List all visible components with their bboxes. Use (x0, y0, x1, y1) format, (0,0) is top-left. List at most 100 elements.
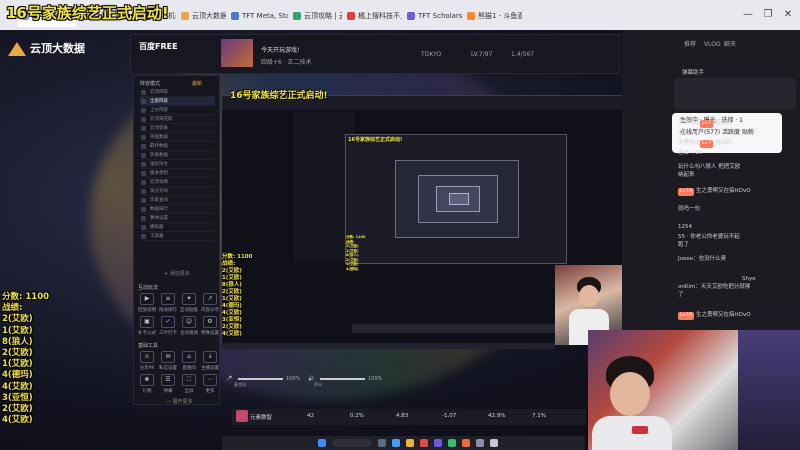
chat-tab[interactable]: 聊天 (724, 38, 736, 52)
search-icon[interactable] (332, 439, 372, 447)
sidebar-item[interactable]: 云顶海克斯 (140, 115, 215, 124)
sidebar-item[interactable]: 版本更新 (140, 169, 215, 178)
server-label: TOKYO (421, 51, 442, 58)
table-cell: 0.2% (350, 413, 364, 419)
tab-label: 橘上搜科技不上班 - (358, 12, 402, 20)
app-icon[interactable] (476, 439, 484, 447)
basic-section-title: 基础工具 (138, 343, 159, 349)
tab-label: 云顶攻略 | 云顶之弈... (304, 12, 342, 20)
nested-score-overlay-small: 分数: 1100 战绩: 2(艾欧) 1(艾欧) 8(狼人) 2(艾欧) 1(艾… (346, 235, 365, 271)
sidebar-item[interactable]: 上分阵容 (140, 106, 215, 115)
mic-slider[interactable] (238, 378, 283, 380)
folder-icon[interactable] (406, 439, 414, 447)
filter-value[interactable]: 最新 (192, 80, 202, 87)
record-item: 4(艾欧) (222, 310, 242, 316)
add-more-link[interactable]: + 添加更多 (164, 270, 190, 277)
chat-message: Joeee：也没什么奥 (678, 256, 727, 262)
sidebar-item[interactable]: 装备数据 (140, 151, 215, 160)
taskview-icon[interactable] (378, 439, 386, 447)
speaker-slider[interactable] (320, 378, 365, 380)
download-icon[interactable]: ↓ (203, 351, 217, 363)
table-cell: 7.1% (532, 413, 546, 419)
app-icon[interactable] (448, 439, 456, 447)
maximize-icon[interactable]: ❐ (758, 0, 778, 30)
replay-icon[interactable]: ▶ (140, 293, 154, 305)
sticker-icon[interactable]: ✦ (182, 293, 196, 305)
nested-taskbar (221, 343, 555, 349)
more-icon[interactable]: ⋯ (203, 374, 217, 386)
app-logo: 云顶大数据 (8, 40, 85, 58)
share-icon[interactable]: ↗ (203, 293, 217, 305)
invite-icon[interactable]: ☺ (182, 316, 196, 328)
start-icon[interactable] (318, 439, 326, 447)
minimize-icon[interactable]: — (738, 0, 758, 30)
message-icon[interactable]: ✉ (161, 351, 175, 363)
sidebar-item[interactable]: 英雄数据 (140, 133, 215, 142)
chat-message: 天黑啦请 Lv.7 加油鸭 (678, 140, 732, 148)
logo-text: 云顶大数据 (30, 42, 85, 55)
volume-controls: 🎤 麦克风 100% 🔊 声卡 100% (226, 375, 406, 387)
sidebar-item[interactable]: 工具箱 (140, 232, 215, 241)
chat-tabs: 推荐 VLOG 聊天 (622, 38, 800, 52)
chat-message: 玩什么勾八狼人 把把艾欧 (678, 164, 741, 170)
record-item: 4(艾欧) (222, 331, 242, 337)
record-item: 2(艾欧) (222, 324, 242, 330)
rank-icon[interactable]: ≡ (161, 293, 175, 305)
app-icon[interactable] (490, 439, 498, 447)
sidebar-item[interactable]: 羁绊数据 (140, 142, 215, 151)
nav-brand[interactable]: 百度FREE (139, 41, 178, 52)
mic-icon[interactable]: 🎤 (226, 376, 232, 382)
danmaku-icon[interactable]: ☰ (161, 374, 175, 386)
record-item: 2(艾欧) (2, 314, 33, 325)
record-item: 1(艾欧) (2, 359, 33, 370)
fullscreen-icon[interactable]: ⛶ (182, 374, 196, 386)
app-icon[interactable] (420, 439, 428, 447)
sidebar-item[interactable]: 模拟器 (140, 223, 215, 232)
browser-tab-9[interactable]: 熊猫1 - 斗鱼直播 - (464, 5, 522, 27)
close-icon[interactable]: ✕ (778, 0, 798, 30)
edge-icon[interactable] (392, 439, 400, 447)
chat-tab[interactable]: VLOG (704, 38, 721, 52)
settings-icon[interactable]: ⚙ (203, 316, 217, 328)
chat-banner (674, 78, 796, 110)
record-item: 3(亚恒) (222, 317, 242, 323)
checkin-icon[interactable]: ✓ (161, 316, 175, 328)
app-icon[interactable] (434, 439, 442, 447)
browser-tab-8[interactable]: TFT Scholars | TFT... (404, 5, 462, 27)
sidebar-item[interactable]: 数据排行 (140, 205, 215, 214)
card-icon[interactable]: ▣ (140, 316, 154, 328)
record-item: 4(德玛) (222, 303, 242, 309)
pk-icon[interactable]: ⚔ (140, 351, 154, 363)
record-item: 8(狼人) (222, 282, 242, 288)
record-item: 3(亚恒) (2, 392, 33, 403)
record-item: 4(艾欧) (2, 381, 33, 392)
table-row[interactable]: 元素数智 42 0.2% 4.83 -1.07 42.9% 7.1% (232, 409, 586, 425)
sidebar: 阵容模式 最新 云顶阵容 全部阵容 上分阵容 云顶海克斯 云顶装备 英雄数据 羁… (133, 75, 220, 405)
mic-value: 100% (286, 376, 301, 382)
chat-message: 天黑啦请 Lv.7 加油鸭 (678, 120, 732, 128)
sidebar-item[interactable]: 强化符文 (140, 160, 215, 169)
sidebar-item[interactable]: 全部阵容 (140, 97, 215, 106)
sidebar-item[interactable]: 赛季设置 (140, 214, 215, 223)
expand-more-link[interactable]: — 展开更多 (166, 398, 193, 405)
table-cell: -1.07 (442, 413, 457, 419)
room-icon[interactable]: ⌂ (182, 351, 196, 363)
match-thumbnail[interactable] (221, 39, 253, 67)
sidebar-item[interactable]: 玩家查询 (140, 196, 215, 205)
match-title: 今天开玩游戏! (261, 47, 300, 54)
sidebar-item[interactable]: 云顶阵容 (140, 88, 215, 97)
app-icon[interactable] (462, 439, 470, 447)
gift-icon[interactable]: ❀ (140, 374, 154, 386)
browser-tab-4[interactable]: 云顶大数据 | 云顶助... (178, 5, 226, 27)
sidebar-item[interactable]: 云顶攻略 (140, 178, 215, 187)
sidebar-item[interactable]: 高分对局 (140, 187, 215, 196)
nested-score: 分数: 1100 (346, 235, 366, 239)
chat-tab[interactable]: 推荐 (684, 38, 696, 52)
record-item: 1(艾欧) (2, 325, 33, 336)
browser-tab-5[interactable]: TFT Meta, Stats, Co... (228, 5, 288, 27)
browser-tab-6[interactable]: 云顶攻略 | 云顶之弈... (290, 5, 342, 27)
browser-tab-7[interactable]: 橘上搜科技不上班 - (344, 5, 402, 27)
record-label: 战绩: (2, 303, 23, 314)
chat-message: 连击 +10 (678, 150, 703, 156)
sidebar-item[interactable]: 云顶装备 (140, 124, 215, 133)
